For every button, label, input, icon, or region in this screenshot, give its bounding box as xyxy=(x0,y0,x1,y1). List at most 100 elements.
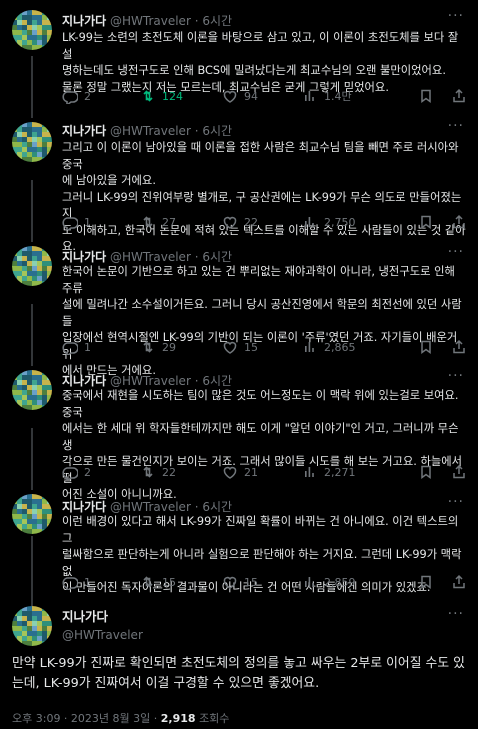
separator-dot: · xyxy=(194,250,199,264)
views-count: 2,865 xyxy=(324,340,356,354)
avatar-image xyxy=(12,494,52,534)
like-count: 21 xyxy=(244,465,258,479)
share-icon xyxy=(451,88,467,104)
views-count: 2,859 xyxy=(324,575,356,589)
thread-tweet[interactable]: 지나가다 @HWTraveler · 6시간 ··· 중국에서 재현을 시도하는… xyxy=(0,368,478,501)
bookmark-button[interactable] xyxy=(418,574,434,590)
author-name[interactable]: 지나가다 xyxy=(62,608,143,626)
tweet-timestamp[interactable]: 오후 3:09 · 2023년 8월 3일 · xyxy=(12,712,157,725)
retweet-button[interactable]: 27 xyxy=(140,214,176,230)
like-count: 15 xyxy=(244,575,258,589)
separator-dot: · xyxy=(194,500,199,514)
avatar[interactable] xyxy=(12,494,52,534)
tweet-actions: 1 29 15 2,865 xyxy=(62,339,467,357)
bookmark-button[interactable] xyxy=(418,214,434,230)
views-label: 조회수 xyxy=(199,712,230,725)
avatar[interactable] xyxy=(12,122,52,162)
author-handle[interactable]: @HWTraveler xyxy=(110,124,191,138)
author-handle[interactable]: @HWTraveler xyxy=(110,14,191,28)
author-handle[interactable]: @HWTraveler xyxy=(110,374,191,388)
reply-count: 2 xyxy=(84,89,91,103)
thread-tweet[interactable]: 지나가다 @HWTraveler · 6시간 ··· 그리고 이 이론이 남아있… xyxy=(0,118,478,253)
bookmark-button[interactable] xyxy=(418,464,434,480)
avatar[interactable] xyxy=(12,606,52,646)
tweet-text: 중국에서 재현을 시도하는 팀이 많은 것도 어느정도는 이 맥락 위에 있는걸… xyxy=(62,389,463,501)
retweet-button[interactable]: 29 xyxy=(140,339,176,355)
reply-icon xyxy=(62,339,78,355)
like-button[interactable]: 15 xyxy=(222,574,258,590)
retweet-button[interactable]: 124 xyxy=(140,88,183,104)
more-icon[interactable]: ··· xyxy=(448,244,464,260)
avatar[interactable] xyxy=(12,246,52,286)
more-icon[interactable]: ··· xyxy=(448,8,464,24)
like-button[interactable]: 94 xyxy=(222,88,258,104)
share-button[interactable] xyxy=(451,339,467,355)
retweet-icon xyxy=(140,214,156,230)
views-count: 2,271 xyxy=(324,465,356,479)
author-handle[interactable]: @HWTraveler xyxy=(110,250,191,264)
bookmark-button[interactable] xyxy=(418,339,434,355)
author-name[interactable]: 지나가다 xyxy=(62,14,106,28)
author-handle[interactable]: @HWTraveler xyxy=(62,626,143,644)
author-name[interactable]: 지나가다 xyxy=(62,500,106,514)
avatar[interactable] xyxy=(12,370,52,410)
tweet-time[interactable]: 6시간 xyxy=(202,500,232,514)
separator-dot: · xyxy=(194,124,199,138)
like-button[interactable]: 22 xyxy=(222,214,258,230)
reply-count: 2 xyxy=(84,465,91,479)
like-count: 94 xyxy=(244,89,258,103)
views-icon xyxy=(302,464,318,480)
like-button[interactable]: 21 xyxy=(222,464,258,480)
views-icon xyxy=(302,339,318,355)
tweet-actions: 1 27 22 2,750 xyxy=(62,214,467,232)
avatar-image xyxy=(12,10,52,50)
reply-icon xyxy=(62,88,78,104)
reply-button[interactable]: 1 xyxy=(62,214,91,230)
share-button[interactable] xyxy=(451,574,467,590)
main-tweet[interactable]: 지나가다 @HWTraveler ··· 만약 LK-99가 진짜로 확인되면 … xyxy=(0,602,478,729)
tweet-time[interactable]: 6시간 xyxy=(202,374,232,388)
tweet-actions: 2 22 21 2,271 xyxy=(62,464,467,482)
thread-tweet[interactable]: 지나가다 @HWTraveler · 6시간 ··· LK-99는 소련의 초전… xyxy=(0,6,478,126)
author-name[interactable]: 지나가다 xyxy=(62,374,106,388)
avatar-image xyxy=(12,246,52,286)
tweet-text: 그리고 이 이론이 남아있을 때 이론을 접한 사람은 최교수님 팀을 빼면 주… xyxy=(62,141,466,253)
views-button[interactable]: 2,750 xyxy=(302,214,356,230)
tweet-time[interactable]: 6시간 xyxy=(202,250,232,264)
views-button[interactable]: 2,865 xyxy=(302,339,356,355)
tweet-time[interactable]: 6시간 xyxy=(202,124,232,138)
views-icon xyxy=(302,214,318,230)
share-button[interactable] xyxy=(451,464,467,480)
retweet-icon xyxy=(140,574,156,590)
reply-button[interactable]: 1 xyxy=(62,339,91,355)
views-button[interactable]: 1.4만 xyxy=(302,88,352,104)
reply-button[interactable]: 1 xyxy=(62,574,91,590)
bookmark-button[interactable] xyxy=(418,88,434,104)
thread-tweet[interactable]: 지나가다 @HWTraveler · 6시간 ··· 이런 배경이 있다고 해서… xyxy=(0,492,478,602)
reply-button[interactable]: 2 xyxy=(62,464,91,480)
like-button[interactable]: 15 xyxy=(222,339,258,355)
retweet-count: 29 xyxy=(162,340,176,354)
author-handle[interactable]: @HWTraveler xyxy=(110,500,191,514)
separator-dot: · xyxy=(194,374,199,388)
like-icon xyxy=(222,574,238,590)
retweet-icon xyxy=(140,339,156,355)
reply-count: 1 xyxy=(84,575,91,589)
share-button[interactable] xyxy=(451,214,467,230)
retweet-button[interactable]: 22 xyxy=(140,464,176,480)
avatar[interactable] xyxy=(12,10,52,50)
tweet-time[interactable]: 6시간 xyxy=(202,14,232,28)
retweet-button[interactable]: 15 xyxy=(140,574,176,590)
thread-tweet[interactable]: 지나가다 @HWTraveler · 6시간 ··· 한국어 논문이 기반으로 … xyxy=(0,244,478,377)
views-button[interactable]: 2,271 xyxy=(302,464,356,480)
more-icon[interactable]: ··· xyxy=(448,606,464,622)
views-button[interactable]: 2,859 xyxy=(302,574,356,590)
more-icon[interactable]: ··· xyxy=(448,368,464,384)
share-button[interactable] xyxy=(451,88,467,104)
author-name[interactable]: 지나가다 xyxy=(62,124,106,138)
author-name[interactable]: 지나가다 xyxy=(62,250,106,264)
more-icon[interactable]: ··· xyxy=(448,118,464,134)
more-icon[interactable]: ··· xyxy=(448,494,464,510)
avatar-image xyxy=(12,606,52,646)
reply-button[interactable]: 2 xyxy=(62,88,91,104)
